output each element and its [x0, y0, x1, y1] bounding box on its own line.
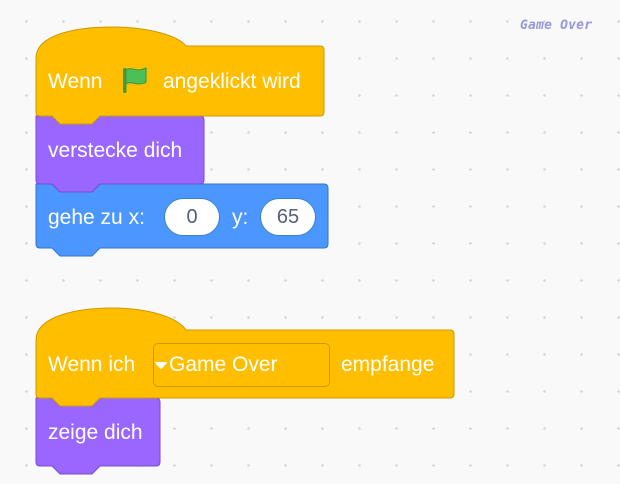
y-value-input[interactable]: 65	[260, 198, 316, 236]
message-dropdown[interactable]: Game Over	[153, 343, 330, 387]
show-block-label: zeige dich	[48, 421, 143, 444]
hide-block-label: verstecke dich	[48, 139, 183, 162]
goto-x-label: gehe zu x:	[48, 206, 145, 229]
script-green-flag[interactable]: Wenn angeklickt wird verstecke dich gehe…	[0, 0, 620, 280]
message-hat-suffix: empfange	[341, 353, 435, 376]
dropdown-arrow-icon	[154, 362, 168, 369]
message-dropdown-value: Game Over	[169, 353, 278, 376]
flag-hat-suffix: angeklickt wird	[163, 70, 301, 93]
script-message-received[interactable]: Wenn ich Game Over empfange zeige dich	[0, 280, 620, 484]
flag-hat-prefix: Wenn	[48, 70, 103, 93]
message-hat-prefix: Wenn ich	[48, 353, 136, 376]
x-value-input[interactable]: 0	[164, 198, 220, 236]
goto-y-label: y:	[232, 206, 249, 229]
green-flag-icon	[123, 67, 147, 93]
